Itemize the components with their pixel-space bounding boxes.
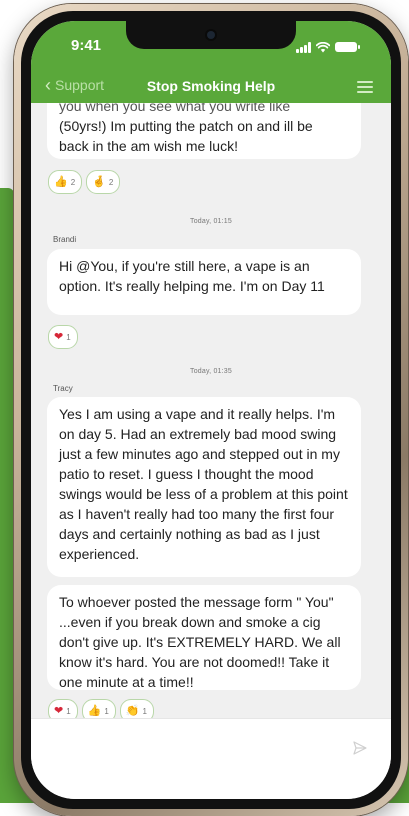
reaction-count: 2 — [108, 177, 114, 187]
phone-screen: 9:41 ‹ Support Stop Smoking Help you whe… — [31, 21, 391, 799]
reaction-count: 1 — [104, 706, 109, 716]
message-composer — [31, 718, 391, 799]
reaction-bar: ❤ 1 — [48, 325, 78, 349]
status-icons — [296, 41, 360, 53]
message-bubble: Hi @You, if you're still here, a vape is… — [47, 249, 361, 315]
reaction-crossed-fingers[interactable]: 🤞 2 — [86, 170, 121, 194]
reaction-heart[interactable]: ❤ 1 — [48, 699, 78, 718]
wifi-icon — [316, 41, 330, 52]
message-text: Hi @You, if you're still here, a vape is… — [59, 258, 325, 294]
reaction-count: 1 — [66, 332, 71, 342]
send-icon[interactable] — [353, 741, 367, 755]
menu-button[interactable] — [357, 81, 373, 93]
reaction-clapping-hands[interactable]: 👏 1 — [119, 699, 154, 718]
crossed-fingers-icon: 🤞 — [92, 175, 106, 188]
message-author: Brandi — [53, 235, 77, 244]
thumbs-up-icon: 👍 — [87, 704, 102, 717]
battery-icon — [335, 42, 360, 52]
notch — [126, 21, 296, 49]
reaction-count: 1 — [66, 706, 71, 716]
reaction-thumbs-up[interactable]: 👍 2 — [48, 170, 83, 194]
reaction-bar: 👍 2 🤞 2 — [48, 170, 121, 194]
message-timestamp: Today, 01:35 — [190, 368, 232, 375]
message-bubble: To whoever posted the message form " You… — [47, 585, 361, 690]
heart-icon: ❤ — [54, 330, 64, 343]
menu-icon-bar — [357, 81, 373, 83]
message-timestamp: Today, 01:15 — [190, 218, 232, 225]
clapping-hands-icon: 👏 — [125, 704, 140, 717]
message-bubble: you when you see what you write like (50… — [47, 103, 361, 159]
status-time: 9:41 — [71, 37, 102, 54]
message-input[interactable] — [47, 735, 341, 767]
menu-icon-bar — [357, 91, 373, 93]
message-text-line: you when you see what you write like — [59, 103, 291, 114]
chat-thread[interactable]: you when you see what you write like (50… — [31, 103, 391, 718]
page-title: Stop Smoking Help — [146, 78, 276, 94]
reaction-thumbs-up[interactable]: 👍 1 — [81, 699, 116, 718]
green-backdrop-strip — [0, 188, 14, 248]
reaction-count: 1 — [142, 706, 147, 716]
phone-bezel: 9:41 ‹ Support Stop Smoking Help you whe… — [21, 11, 401, 809]
reaction-heart[interactable]: ❤ 1 — [48, 325, 78, 349]
message-text-line: back in the am wish me luck! — [59, 138, 238, 154]
heart-icon: ❤ — [54, 704, 64, 717]
reaction-bar: ❤ 1 👍 1 👏 1 — [48, 699, 154, 718]
message-text-line: (50yrs!) Im putting the patch on and ill… — [59, 118, 313, 134]
signal-icon — [296, 41, 311, 53]
message-text: Yes I am using a vape and it really help… — [59, 406, 348, 562]
front-camera — [207, 31, 215, 39]
nav-bar: ‹ Support Stop Smoking Help — [31, 69, 391, 103]
message-text: To whoever posted the message form " You… — [59, 594, 341, 690]
message-author: Tracy — [53, 384, 73, 393]
thumbs-up-icon: 👍 — [54, 175, 68, 188]
menu-icon-bar — [357, 86, 373, 88]
message-bubble: Yes I am using a vape and it really help… — [47, 397, 361, 577]
reaction-count: 2 — [70, 177, 76, 187]
phone-frame: 9:41 ‹ Support Stop Smoking Help you whe… — [14, 4, 408, 816]
